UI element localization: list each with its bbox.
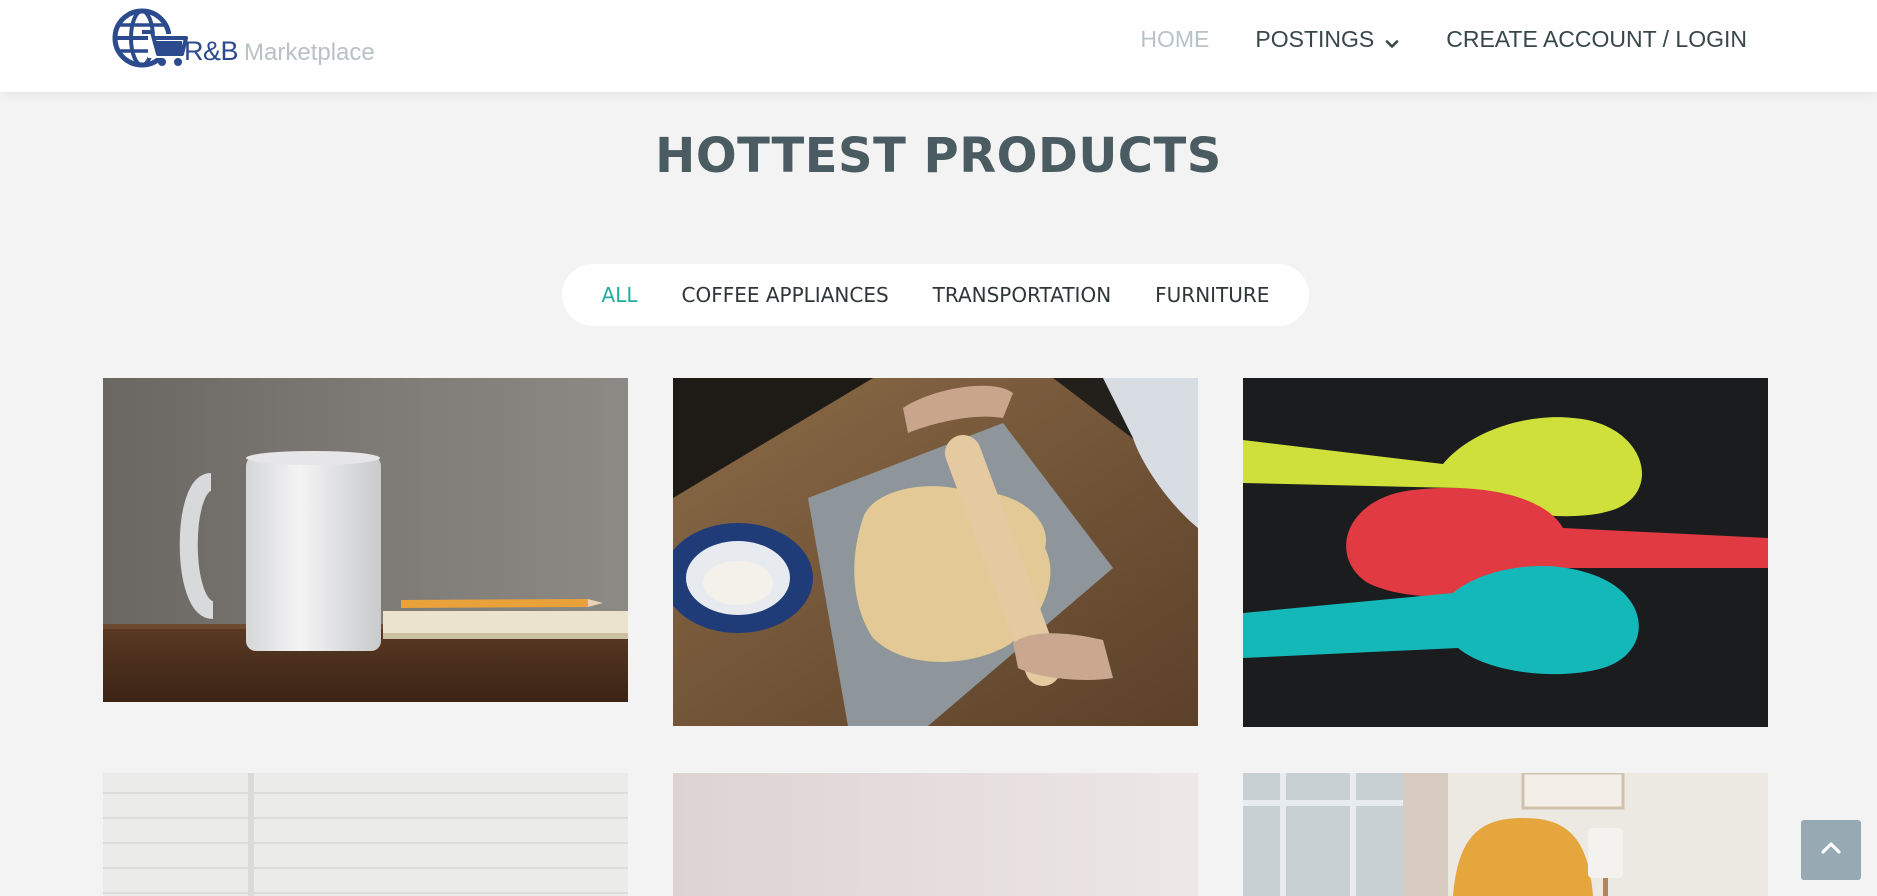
nav-postings-label: POSTINGS: [1255, 25, 1375, 52]
site-logo[interactable]: R&B Marketplace: [112, 8, 375, 70]
chevron-down-icon: [1384, 31, 1400, 48]
product-card-colorful-spoons[interactable]: [1243, 378, 1768, 727]
product-card-brick-wall[interactable]: [103, 773, 628, 896]
filter-transportation[interactable]: TRANSPORTATION: [933, 283, 1112, 307]
white-mug-photo: [103, 378, 628, 702]
filter-all[interactable]: ALL: [602, 283, 638, 307]
site-header: R&B Marketplace HOME POSTINGS CREATE ACC…: [0, 0, 1877, 92]
rolling-pin-dough-photo: [673, 378, 1198, 726]
product-card-pink-wall[interactable]: [673, 773, 1198, 896]
product-card-armchair[interactable]: [1243, 773, 1768, 896]
colorful-spoons-photo: [1243, 378, 1768, 727]
chevron-up-icon: [1819, 836, 1843, 865]
white-brick-wall-photo: [103, 773, 628, 896]
armchair-lamp-photo: [1243, 773, 1768, 896]
nav-postings[interactable]: POSTINGS: [1255, 26, 1400, 53]
main-nav: HOME POSTINGS CREATE ACCOUNT / LOGIN: [1140, 0, 1747, 78]
back-to-top-button[interactable]: [1801, 820, 1861, 880]
filter-furniture[interactable]: FURNITURE: [1155, 283, 1269, 307]
filter-coffee-appliances[interactable]: COFFEE APPLIANCES: [682, 283, 889, 307]
product-card-white-mug[interactable]: [103, 378, 628, 702]
pink-wall-photo: [673, 773, 1198, 896]
logo-text-secondary: Marketplace: [244, 38, 375, 66]
globe-cart-icon: [112, 8, 192, 70]
logo-text-primary: R&B: [184, 35, 239, 66]
nav-home[interactable]: HOME: [1140, 26, 1209, 53]
product-filter-bar: ALL COFFEE APPLIANCES TRANSPORTATION FUR…: [562, 264, 1309, 326]
page-title: HOTTEST PRODUCTS: [655, 128, 1222, 184]
product-card-rolling-pin[interactable]: [673, 378, 1198, 726]
nav-create-account-login[interactable]: CREATE ACCOUNT / LOGIN: [1446, 26, 1747, 53]
